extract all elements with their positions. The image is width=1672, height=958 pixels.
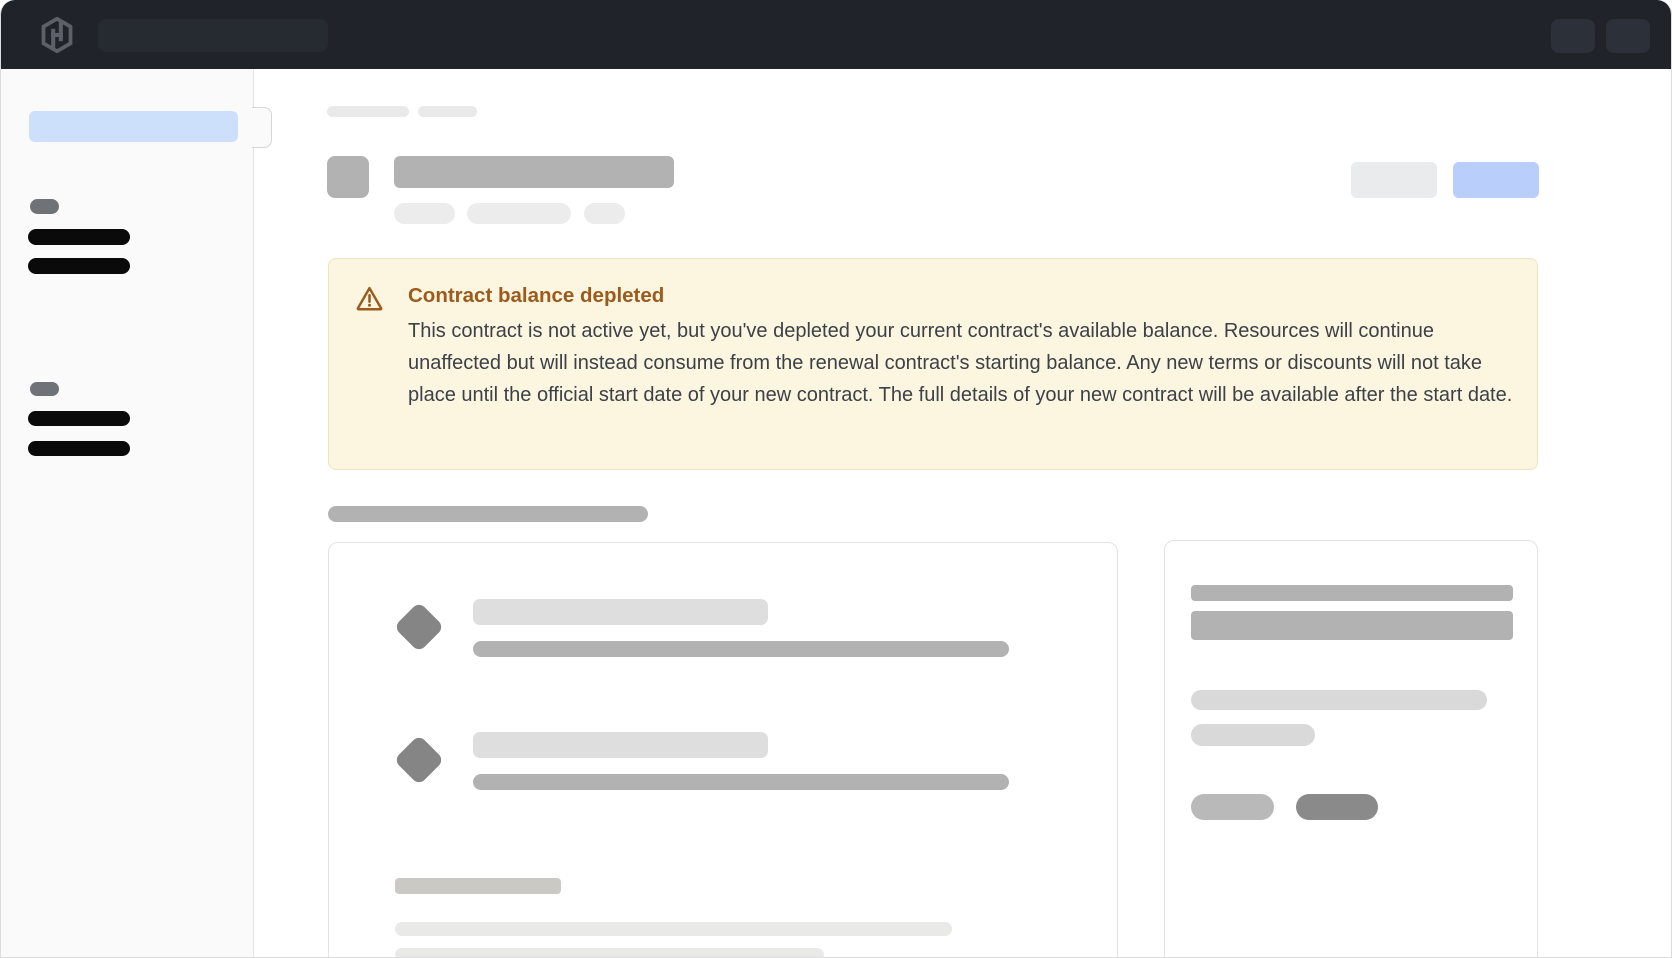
footer-label-skeleton: [395, 878, 561, 894]
sidebar-item[interactable]: [28, 411, 130, 426]
secondary-button-skeleton[interactable]: [1351, 162, 1437, 198]
breadcrumb-segment-skeleton: [327, 106, 409, 117]
badge-skeleton: [584, 203, 625, 224]
header-account-button[interactable]: [1606, 19, 1650, 53]
footer-line-skeleton: [395, 948, 824, 958]
sidebar-item[interactable]: [28, 258, 130, 274]
list-item-title-skeleton: [473, 599, 768, 625]
section-heading-skeleton: [328, 506, 648, 522]
summary-line-skeleton: [1191, 724, 1315, 746]
top-navbar: [1, 0, 1671, 69]
sidebar: [1, 69, 254, 958]
summary-line-skeleton: [1191, 690, 1487, 710]
summary-title-skeleton: [1191, 585, 1513, 601]
page-title-skeleton: [394, 156, 674, 188]
card-action-button-skeleton[interactable]: [1296, 794, 1378, 820]
alert-body-text: This contract is not active yet, but you…: [408, 315, 1513, 411]
avatar-skeleton: [327, 156, 369, 198]
footer-line-skeleton: [395, 922, 952, 936]
badge-skeleton: [394, 203, 455, 224]
summary-heading-skeleton: [1191, 611, 1513, 640]
sidebar-collapse-handle[interactable]: [252, 107, 272, 148]
card-action-button-skeleton[interactable]: [1191, 794, 1274, 820]
diamond-bullet-icon: [394, 735, 445, 786]
app-window: Contract balance depleted This contract …: [0, 0, 1672, 958]
warning-triangle-icon: [355, 284, 384, 313]
primary-button-skeleton[interactable]: [1453, 162, 1539, 198]
contract-list-card: [328, 542, 1118, 958]
global-search-input[interactable]: [98, 19, 328, 52]
sidebar-section-label-skeleton: [30, 382, 59, 396]
hashicorp-logo-icon[interactable]: [39, 17, 75, 53]
list-item-subtitle-skeleton: [473, 774, 1009, 790]
list-item-title-skeleton: [473, 732, 768, 758]
alert-title: Contract balance depleted: [408, 281, 664, 310]
header-help-button[interactable]: [1551, 19, 1595, 53]
breadcrumb-segment-skeleton: [418, 106, 477, 117]
sidebar-item[interactable]: [28, 229, 130, 245]
summary-card: [1164, 540, 1538, 958]
sidebar-section-label-skeleton: [30, 199, 59, 214]
list-item-subtitle-skeleton: [473, 641, 1009, 657]
diamond-bullet-icon: [394, 602, 445, 653]
contract-warning-alert: Contract balance depleted This contract …: [328, 258, 1538, 470]
sidebar-item-selected[interactable]: [29, 111, 238, 142]
sidebar-item[interactable]: [28, 441, 130, 456]
badge-skeleton: [467, 203, 571, 224]
